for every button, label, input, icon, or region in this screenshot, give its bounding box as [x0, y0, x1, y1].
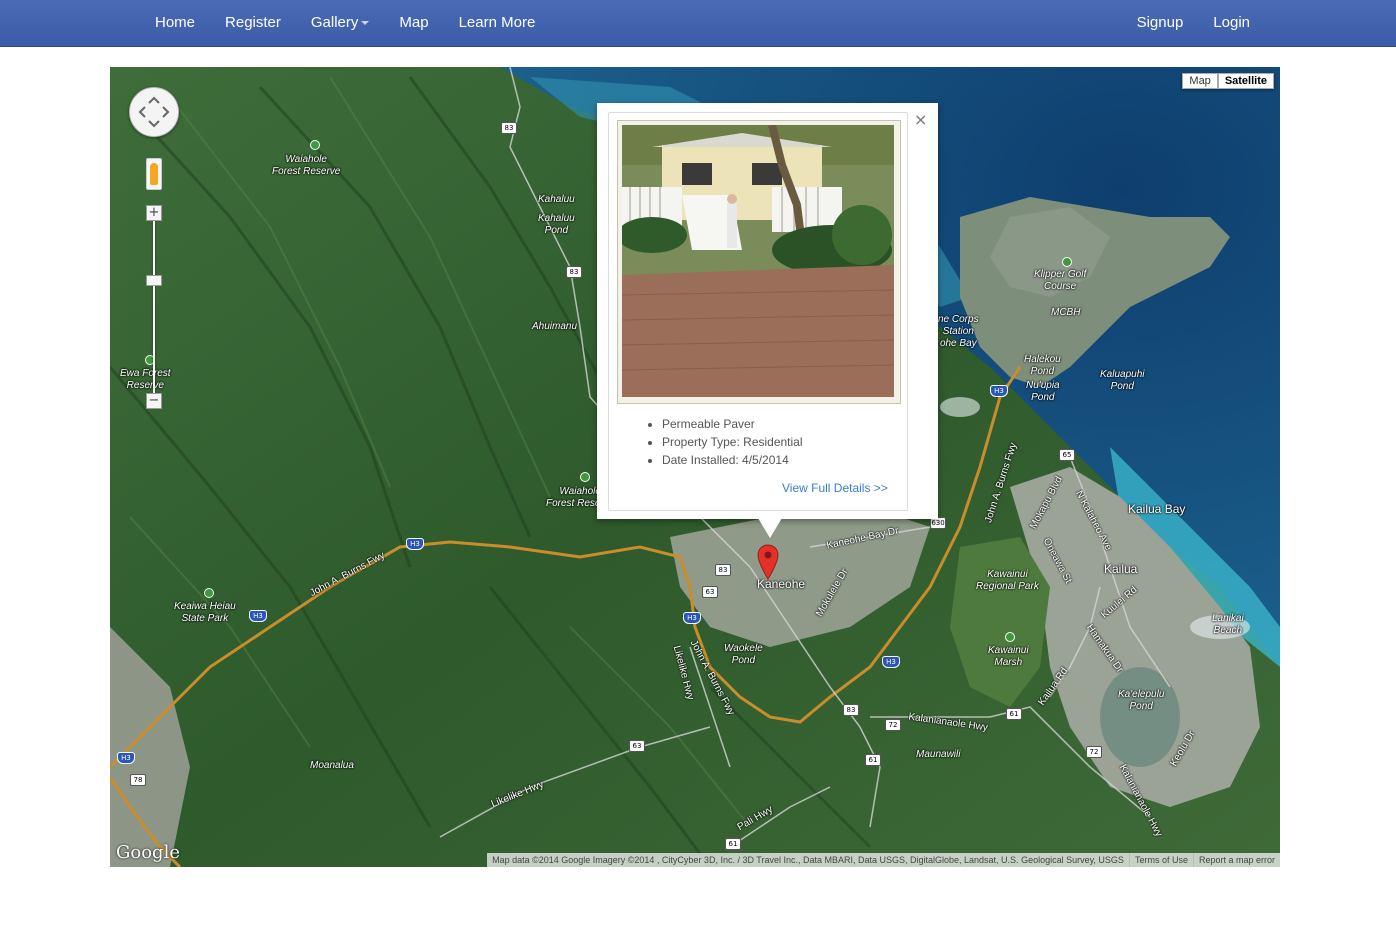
pan-arrows-icon: [138, 96, 170, 128]
map-marker-icon[interactable]: [757, 544, 779, 580]
label-kahaluu-pond: Kahaluu Pond: [538, 213, 575, 236]
map-data-attribution: Map data ©2014 Google Imagery ©2014 , Ci…: [492, 855, 1124, 865]
park-icon: [1005, 632, 1015, 642]
google-logo: Google: [116, 842, 180, 863]
label-waokele-pond: Waokele Pond: [724, 643, 763, 666]
label-ahuimanu: Ahuimanu: [532, 321, 578, 332]
route-83-shield: 83: [843, 704, 859, 716]
route-72-shield: 72: [885, 719, 901, 731]
label-kailua-bay: Kailua Bay: [1128, 502, 1186, 516]
map-type-satellite-button[interactable]: Satellite: [1217, 73, 1274, 89]
top-navbar: Home Register Gallery Map Learn More Sig…: [0, 0, 1396, 47]
label-kahaluu: Kahaluu: [538, 194, 575, 205]
label-kawainui-marsh: Kawainui Marsh: [988, 645, 1029, 668]
label-kailua: Kailua: [1104, 562, 1138, 576]
interstate-h3-shield: H3: [249, 610, 267, 622]
label-kaelepulu-pond: Ka'elepulu Pond: [1118, 689, 1165, 712]
route-61-shield: 61: [725, 838, 741, 850]
zoom-slider-handle[interactable]: [146, 275, 162, 286]
label-waiahole-forest-reserve: Waiahole Forest Reserve: [272, 154, 341, 177]
route-72-shield: 72: [1086, 746, 1102, 758]
property-photo[interactable]: [622, 125, 894, 397]
pan-control[interactable]: [129, 87, 179, 137]
close-icon[interactable]: ×: [914, 111, 927, 129]
route-78-shield: 78: [130, 774, 146, 786]
view-full-details-link[interactable]: View Full Details >>: [782, 481, 888, 495]
nav-gallery-dropdown[interactable]: Gallery: [296, 0, 385, 46]
detail-date-installed: Date Installed: 4/5/2014: [662, 451, 803, 469]
report-map-error-link[interactable]: Report a map error: [1192, 853, 1280, 867]
label-keaiwa-heiau-state-park: Keaiwa Heiau State Park: [174, 601, 236, 624]
route-61-shield: 61: [1006, 708, 1022, 720]
interstate-h3-shield: H3: [990, 385, 1008, 397]
nav-right-group: Signup Login: [1122, 0, 1265, 46]
nav-map-link[interactable]: Map: [384, 0, 443, 46]
label-kawainui-regional-park: Kawainui Regional Park: [976, 569, 1039, 592]
route-63-shield: 63: [629, 740, 645, 752]
detail-product: Permeable Paver: [662, 415, 803, 433]
interstate-h3-shield: H3: [882, 656, 900, 668]
terms-of-use-link[interactable]: Terms of Use: [1128, 853, 1193, 867]
label-ewa-forest-reserve: Ewa Forest Reserve: [120, 368, 171, 391]
label-marine-corps-station: ne Corps Station ohe Bay: [938, 314, 979, 349]
label-lanikai-beach: Lanikai Beach: [1212, 613, 1244, 636]
caret-down-icon: [361, 21, 370, 26]
route-63-shield: 63: [702, 586, 718, 598]
nav-register-link[interactable]: Register: [210, 0, 296, 46]
label-mcbh: MCBH: [1051, 307, 1081, 318]
nav-signup-link[interactable]: Signup: [1122, 0, 1199, 46]
interstate-h3-shield: H3: [683, 612, 701, 624]
property-details-list: Permeable Paver Property Type: Residenti…: [640, 415, 803, 469]
map-type-control: Map Satellite: [1182, 73, 1274, 89]
label-maunawili: Maunawili: [916, 749, 961, 760]
route-83-shield: 83: [501, 122, 517, 134]
route-83-shield: 83: [566, 266, 582, 278]
zoom-out-button[interactable]: −: [146, 393, 162, 409]
interstate-h3-shield: H3: [117, 752, 135, 764]
label-moanalua: Moanalua: [310, 760, 354, 771]
park-icon: [580, 472, 590, 482]
nav-left-group: Home Register Gallery Map Learn More: [140, 0, 550, 46]
nav-learn-more-link[interactable]: Learn More: [444, 0, 551, 46]
label-halekou-pond: Halekou Pond: [1024, 354, 1061, 377]
info-window-pointer: [758, 518, 782, 538]
golf-icon: [1062, 257, 1072, 267]
map-type-map-button[interactable]: Map: [1182, 73, 1218, 89]
label-klipper-golf-course: Klipper Golf Course: [1034, 269, 1087, 292]
zoom-slider-track[interactable]: [153, 217, 155, 397]
route-83-shield: 83: [715, 564, 731, 576]
route-61-shield: 61: [865, 754, 881, 766]
nav-gallery-label: Gallery: [310, 14, 359, 31]
zoom-in-button[interactable]: +: [146, 205, 162, 221]
label-nuupia-pond: Nu'upia Pond: [1026, 380, 1060, 403]
detail-property-type: Property Type: Residential: [662, 433, 803, 451]
park-icon: [204, 588, 214, 598]
map-attribution-bar: Map data ©2014 Google Imagery ©2014 , Ci…: [487, 853, 1280, 867]
interstate-h3-shield: H3: [406, 538, 424, 550]
nav-home-link[interactable]: Home: [140, 0, 210, 46]
park-icon: [310, 140, 320, 150]
street-view-pegman-icon[interactable]: [146, 158, 162, 190]
label-kaluapuhi-pond: Kaluapuhi Pond: [1100, 369, 1145, 392]
route-65-shield: 65: [1059, 449, 1075, 461]
house-photo-image: [622, 125, 894, 397]
nav-login-link[interactable]: Login: [1198, 0, 1265, 46]
